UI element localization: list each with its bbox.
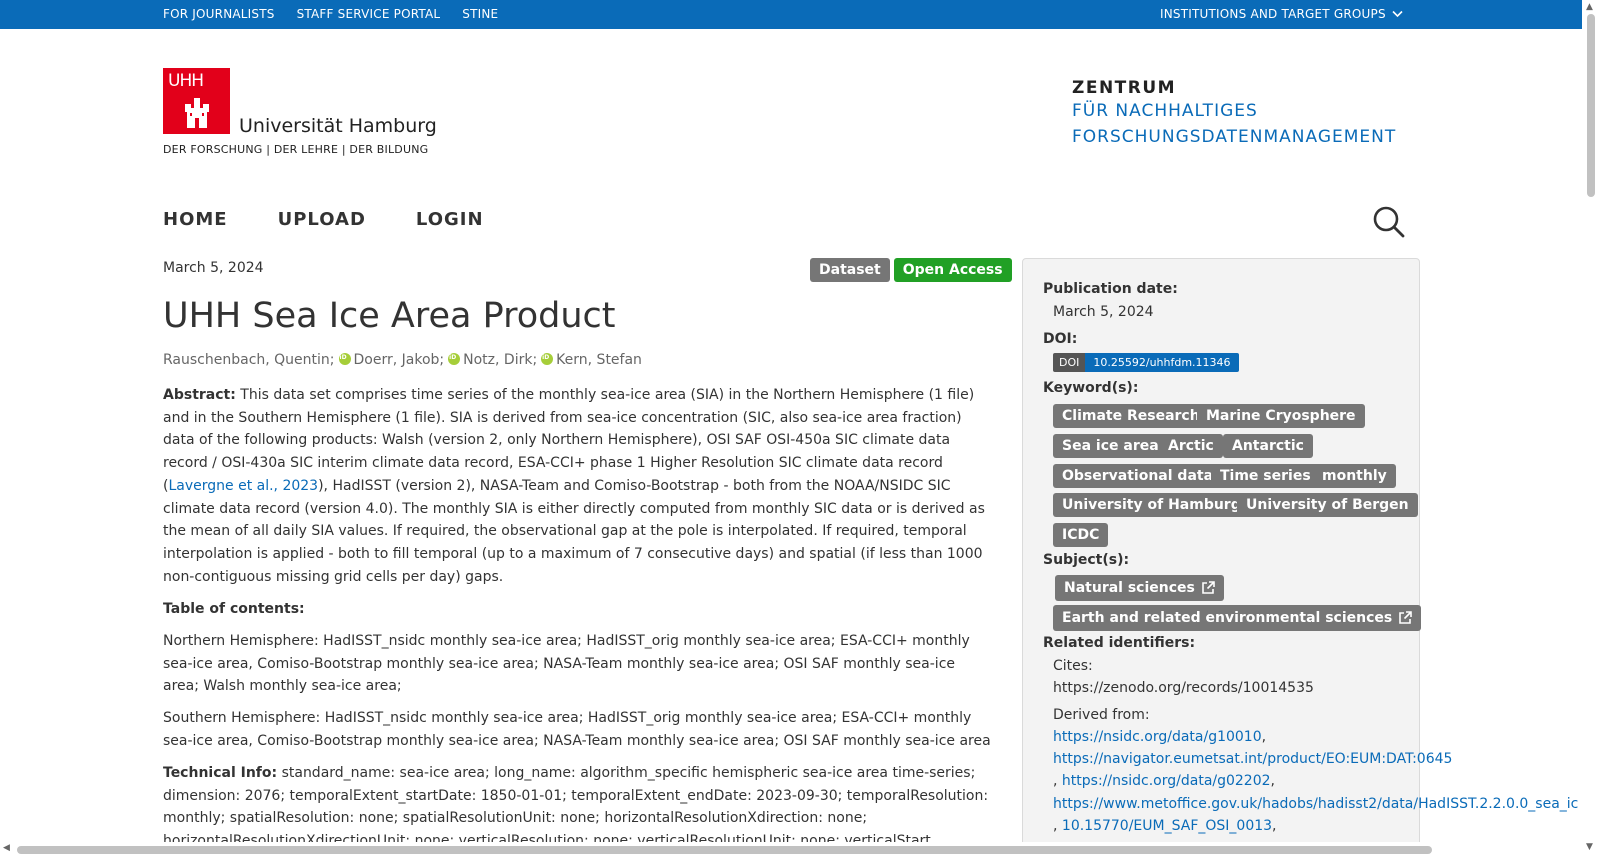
keyword-tag[interactable]: Antarctic [1223, 434, 1313, 458]
author-3[interactable]: Notz, Dirk; [463, 352, 537, 368]
keyword-tag[interactable]: Sea ice area [1053, 434, 1168, 458]
doi-badge-key: DOI [1053, 353, 1086, 372]
derived-link[interactable]: https://nsidc.org/data/g02202 [1062, 773, 1271, 789]
subject-tag[interactable]: Natural sciences [1055, 575, 1224, 601]
chevron-down-icon [1392, 10, 1403, 18]
scroll-left-icon[interactable]: ◀ [3, 843, 10, 853]
vertical-scroll-thumb[interactable] [1587, 14, 1595, 197]
top-link-stine[interactable]: STINE [462, 7, 498, 21]
institutions-label: INSTITUTIONS AND TARGET GROUPS [1160, 7, 1386, 21]
abstract-label: Abstract: [163, 387, 236, 403]
related-identifiers-label: Related identifiers: [1043, 635, 1196, 651]
mission-statement: DER FORSCHUNG | DER LEHRE | DER BILDUNG [163, 143, 429, 156]
scroll-up-icon[interactable]: ▲ [1586, 2, 1593, 12]
separator: , [1053, 818, 1062, 834]
logo-red-box: UHH [163, 68, 230, 134]
author-4-wrapper: Kern, Stefan [541, 352, 642, 368]
horizontal-scroll-thumb[interactable] [17, 846, 1432, 854]
vertical-scrollbar[interactable]: ▲ ▼ [1582, 0, 1600, 857]
derived-link[interactable]: 10.15770/EUM_SAF_OSI_0013 [1062, 818, 1272, 834]
keywords-label: Keyword(s): [1043, 380, 1139, 396]
separator: , [1272, 818, 1277, 834]
subjects-label: Subject(s): [1043, 552, 1130, 568]
orcid-icon[interactable] [338, 353, 351, 365]
keyword-tag[interactable]: University of Hamburg [1053, 493, 1250, 517]
nav-login[interactable]: LOGIN [416, 209, 484, 230]
external-link-icon [1399, 611, 1413, 624]
keyword-tag[interactable]: Climate Research [1053, 404, 1209, 428]
author-2[interactable]: Doerr, Jakob; [354, 352, 445, 368]
external-link-icon [1202, 581, 1215, 594]
derived-line-4: https://www.metoffice.gov.uk/hadobs/hadi… [1053, 796, 1578, 812]
orcid-icon[interactable] [541, 353, 554, 365]
derived-link[interactable]: https://nsidc.org/data/g10010 [1053, 729, 1262, 745]
toc-southern: Southern Hemisphere: HadISST_nsidc month… [163, 710, 991, 749]
top-link-staff-portal[interactable]: STAFF SERVICE PORTAL [297, 7, 441, 21]
derived-line-3: , https://nsidc.org/data/g02202, [1053, 773, 1275, 789]
keyword-tag[interactable]: ICDC [1053, 523, 1109, 547]
doi-badge[interactable]: DOI 10.25592/uhhfdm.11346 [1053, 353, 1239, 372]
university-name: Universität Hamburg [239, 115, 437, 137]
badge-dataset: Dataset [810, 258, 890, 282]
keyword-tag[interactable]: Time series [1211, 464, 1320, 488]
pubdate-value: March 5, 2024 [1053, 304, 1154, 320]
author-4[interactable]: Kern, Stefan [556, 352, 642, 368]
doi-label: DOI: [1043, 331, 1078, 347]
author-1[interactable]: Rauschenbach, Quentin; [163, 352, 335, 368]
keyword-tag[interactable]: monthly [1313, 464, 1396, 488]
separator: , [1053, 773, 1062, 789]
derived-link[interactable]: https://navigator.eumetsat.int/product/E… [1053, 751, 1452, 767]
separator: , [1270, 773, 1275, 789]
zentrum-line-1: ZENTRUM [1072, 78, 1177, 98]
subject-label: Natural sciences [1064, 580, 1195, 596]
orcid-icon[interactable] [448, 353, 461, 365]
derived-link[interactable]: https://www.metoffice.gov.uk/hadobs/hadi… [1053, 796, 1578, 812]
keyword-tag[interactable]: Marine Cryosphere [1197, 404, 1365, 428]
page-title: UHH Sea Ice Area Product [163, 296, 616, 336]
technical-info: Technical Info: standard_name: sea-ice a… [163, 762, 993, 842]
record-badges: Dataset Open Access [810, 258, 1012, 282]
cites-label: Cites: [1053, 658, 1093, 674]
separator: , [1261, 729, 1267, 745]
pubdate-label: Publication date: [1043, 281, 1178, 297]
abstract: Abstract: This data set comprises time s… [163, 384, 993, 588]
toc-heading: Table of contents: [163, 601, 305, 617]
record-date: March 5, 2024 [163, 260, 264, 276]
logo-mark: UHH [168, 71, 204, 91]
zentrum-line-3: FORSCHUNGSDATENMANAGEMENT [1072, 127, 1397, 147]
nav-home[interactable]: HOME [163, 209, 228, 230]
author-2-wrapper: Doerr, Jakob; [338, 352, 445, 368]
horizontal-scrollbar[interactable]: ◀ [0, 842, 1582, 857]
technical-info-text: standard_name: sea-ice area; long_name: … [163, 765, 989, 842]
castle-icon [185, 98, 209, 128]
keyword-tag[interactable]: Arctic [1159, 434, 1223, 458]
keyword-tag[interactable]: University of Bergen [1237, 493, 1418, 517]
institutions-menu[interactable]: INSTITUTIONS AND TARGET GROUPS [1160, 7, 1403, 21]
zentrum-title[interactable]: ZENTRUM FÜR NACHHALTIGES FORSCHUNGSDATEN… [1072, 78, 1396, 150]
top-link-journalists[interactable]: FOR JOURNALISTS [163, 7, 275, 21]
derived-line-5: , 10.15770/EUM_SAF_OSI_0013, [1053, 818, 1277, 834]
abstract-reference-link[interactable]: Lavergne et al., 2023 [168, 478, 318, 494]
subject-tag[interactable]: Earth and related environmental sciences [1053, 605, 1422, 631]
cites-link[interactable]: https://zenodo.org/records/10014535 [1053, 680, 1314, 696]
subject-label: Earth and related environmental sciences [1062, 610, 1393, 626]
toc-northern: Northern Hemisphere: HadISST_nsidc month… [163, 633, 970, 695]
technical-info-label: Technical Info: [163, 765, 278, 781]
scroll-down-icon[interactable]: ▼ [1586, 842, 1593, 852]
derived-label: Derived from: [1053, 707, 1150, 723]
author-3-wrapper: Notz, Dirk; [448, 352, 537, 368]
doi-badge-value: 10.25592/uhhfdm.11346 [1085, 353, 1239, 372]
main-nav: HOME UPLOAD LOGIN [163, 209, 484, 230]
badge-open-access: Open Access [893, 258, 1012, 282]
derived-line-2: https://navigator.eumetsat.int/product/E… [1053, 751, 1452, 767]
derived-line-1: https://nsidc.org/data/g10010, [1053, 729, 1266, 745]
zentrum-line-2: FÜR NACHHALTIGES [1072, 101, 1258, 121]
author-list: Rauschenbach, Quentin; Doerr, Jakob; Not… [163, 352, 642, 368]
nav-upload[interactable]: UPLOAD [278, 209, 366, 230]
keyword-tag[interactable]: Observational data [1053, 464, 1223, 488]
search-icon[interactable] [1372, 205, 1406, 239]
top-links: FOR JOURNALISTS STAFF SERVICE PORTAL STI… [163, 7, 498, 21]
top-bar: FOR JOURNALISTS STAFF SERVICE PORTAL STI… [0, 0, 1582, 29]
